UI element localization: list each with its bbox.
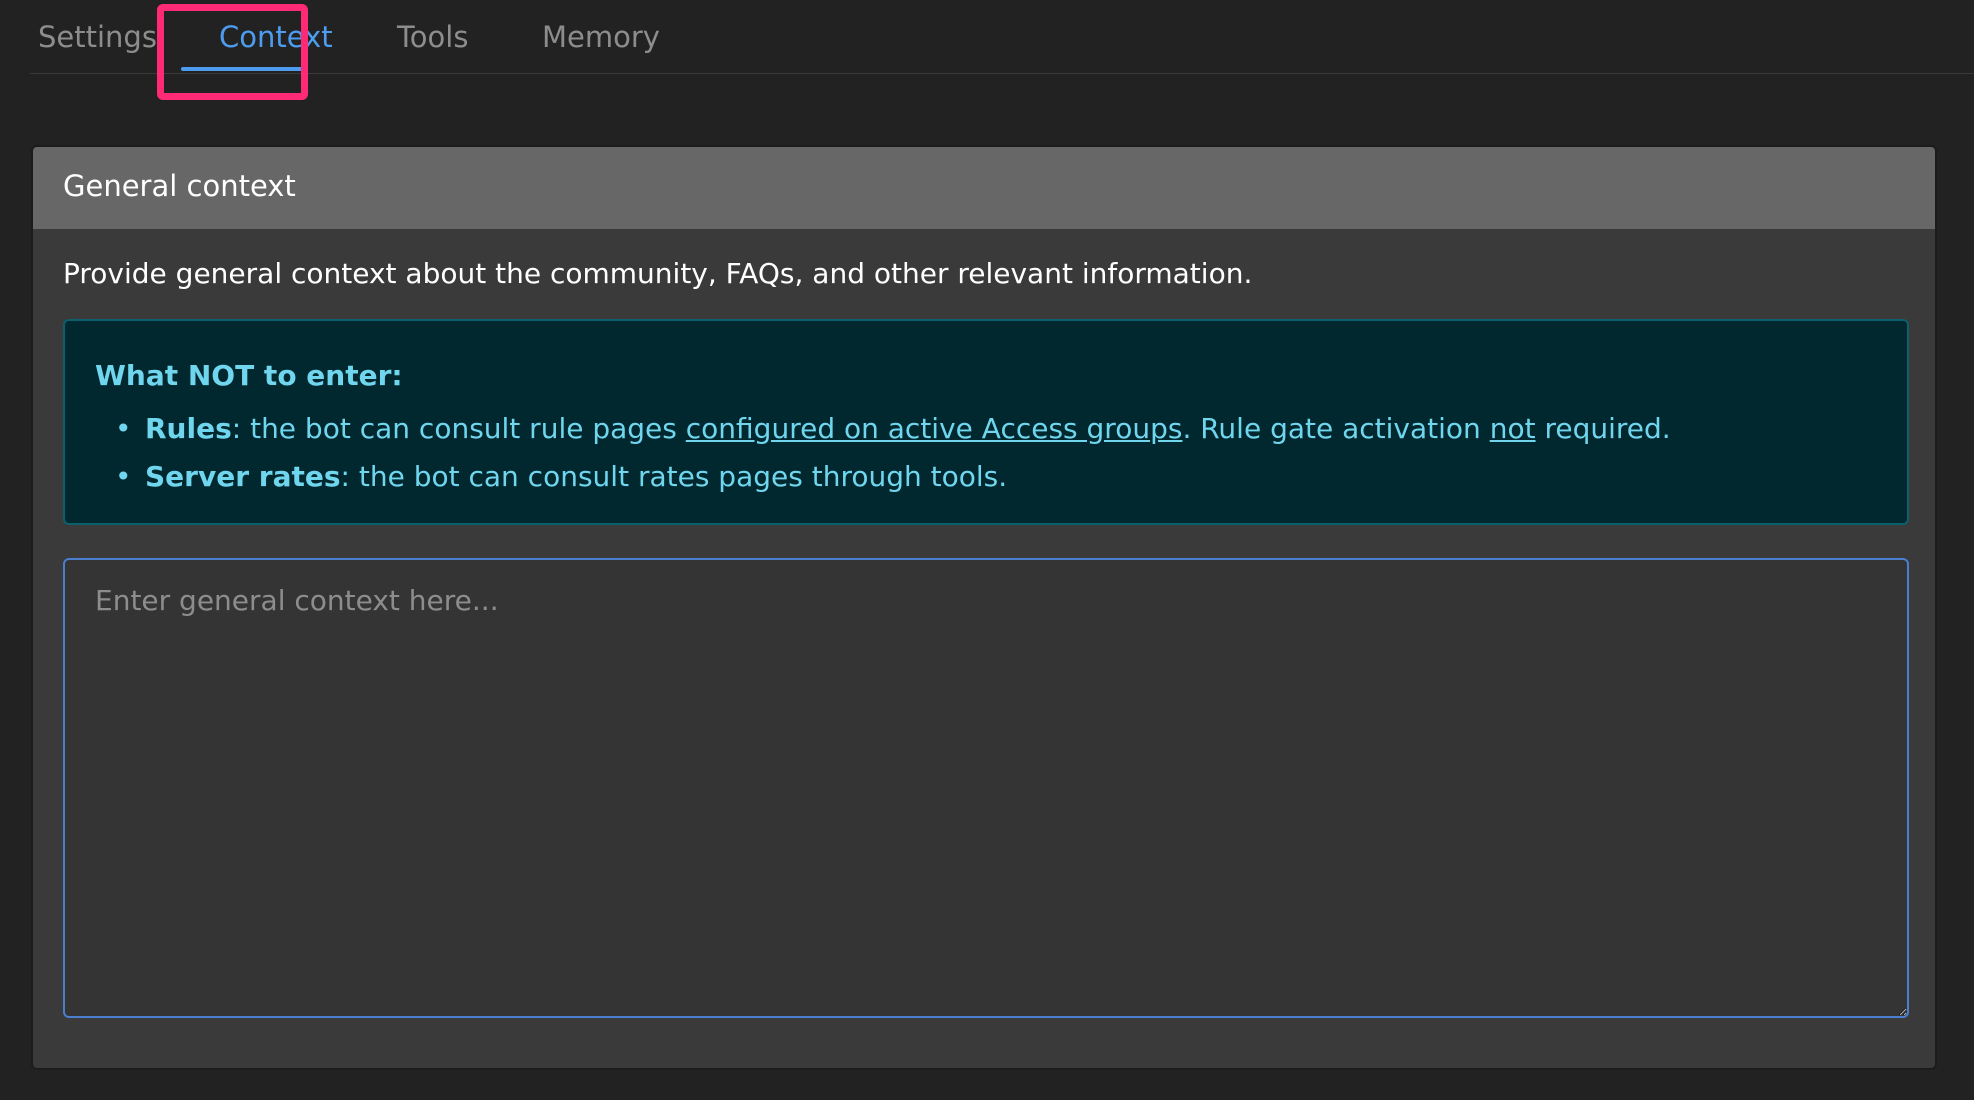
notice-list: • Rules: the bot can consult rule pages … [115,405,1671,501]
notice-text: . Rule gate activation [1182,412,1490,445]
access-groups-link[interactable]: configured on active Access groups [686,412,1183,445]
bullet-icon: • [115,460,132,493]
general-context-textarea[interactable] [63,558,1909,1018]
not-emphasis-link[interactable]: not [1490,412,1536,445]
general-context-card: General context Provide general context … [31,145,1937,1070]
notice-heading: What NOT to enter: [95,359,403,392]
tab-context[interactable]: Context [219,20,333,54]
notice-text: : the bot can consult rule pages [231,412,686,445]
notice-term-rules: Rules [145,412,232,445]
tab-bar: Settings Context Tools Memory [30,0,1974,74]
bullet-icon: • [115,412,132,445]
notice-text: required. [1535,412,1671,445]
list-item: • Rules: the bot can consult rule pages … [115,405,1671,453]
card-title: General context [63,169,296,203]
card-description: Provide general context about the commun… [63,257,1253,290]
tab-tools[interactable]: Tools [397,20,468,54]
tab-settings[interactable]: Settings [38,20,157,54]
active-tab-indicator [181,67,303,71]
what-not-to-enter-notice: What NOT to enter: • Rules: the bot can … [63,319,1909,525]
card-header: General context [33,147,1935,229]
notice-term-server-rates: Server rates [145,460,341,493]
notice-text: : the bot can consult rates pages throug… [340,460,1008,493]
tab-memory[interactable]: Memory [542,20,660,54]
list-item: • Server rates: the bot can consult rate… [115,453,1671,501]
